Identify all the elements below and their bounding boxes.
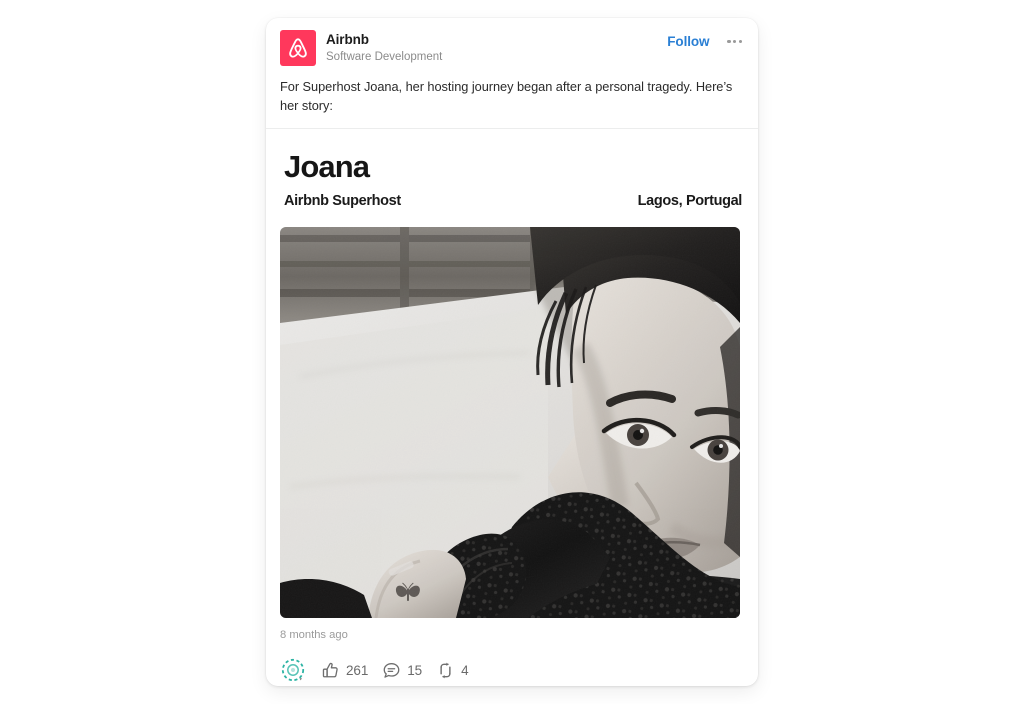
post-media-block[interactable]: Joana Airbnb Superhost Lagos, Portugal xyxy=(266,129,758,618)
comment-stat[interactable]: 15 xyxy=(382,661,422,680)
page-root: Airbnb Software Development Follow For S… xyxy=(0,0,1024,704)
brand-name[interactable]: Airbnb xyxy=(326,31,667,48)
brand-subtitle: Software Development xyxy=(326,51,443,63)
reaction-picker-icon[interactable] xyxy=(280,657,307,684)
header-actions: Follow xyxy=(667,30,744,49)
media-title-row: Joana Airbnb Superhost Lagos, Portugal xyxy=(280,129,744,209)
overflow-dot xyxy=(733,39,737,44)
media-location-label: Lagos, Portugal xyxy=(637,193,743,209)
comment-count: 15 xyxy=(407,663,423,678)
thumbs-up-icon xyxy=(321,661,340,680)
engagement-row: 261 15 4 xyxy=(280,643,744,684)
like-stat[interactable]: 261 xyxy=(321,661,368,680)
repost-stat[interactable]: 4 xyxy=(436,661,469,680)
post-body-text: For Superhost Joana, her hosting journey… xyxy=(280,79,733,113)
repost-count: 4 xyxy=(461,663,469,678)
media-role-label: Airbnb Superhost xyxy=(284,193,401,209)
media-headline: Joana xyxy=(284,149,370,184)
post-header: Airbnb Software Development Follow xyxy=(266,18,758,66)
brand-meta: Airbnb Software Development xyxy=(326,30,667,65)
social-post-card: Airbnb Software Development Follow For S… xyxy=(266,18,758,686)
follow-button[interactable]: Follow xyxy=(667,34,709,49)
like-count: 261 xyxy=(346,663,369,678)
overflow-menu-icon[interactable] xyxy=(725,36,744,47)
overflow-dot xyxy=(727,39,731,44)
media-subrow: Airbnb Superhost Lagos, Portugal xyxy=(280,186,744,209)
comment-bubble-icon xyxy=(382,661,401,680)
repost-icon xyxy=(436,661,455,680)
post-timestamp: 8 months ago xyxy=(280,629,348,641)
post-photo[interactable] xyxy=(280,227,740,618)
airbnb-belo-logo-icon xyxy=(280,30,316,66)
overflow-dot xyxy=(738,39,742,44)
post-footer: 8 months ago 261 15 4 xyxy=(266,618,758,684)
